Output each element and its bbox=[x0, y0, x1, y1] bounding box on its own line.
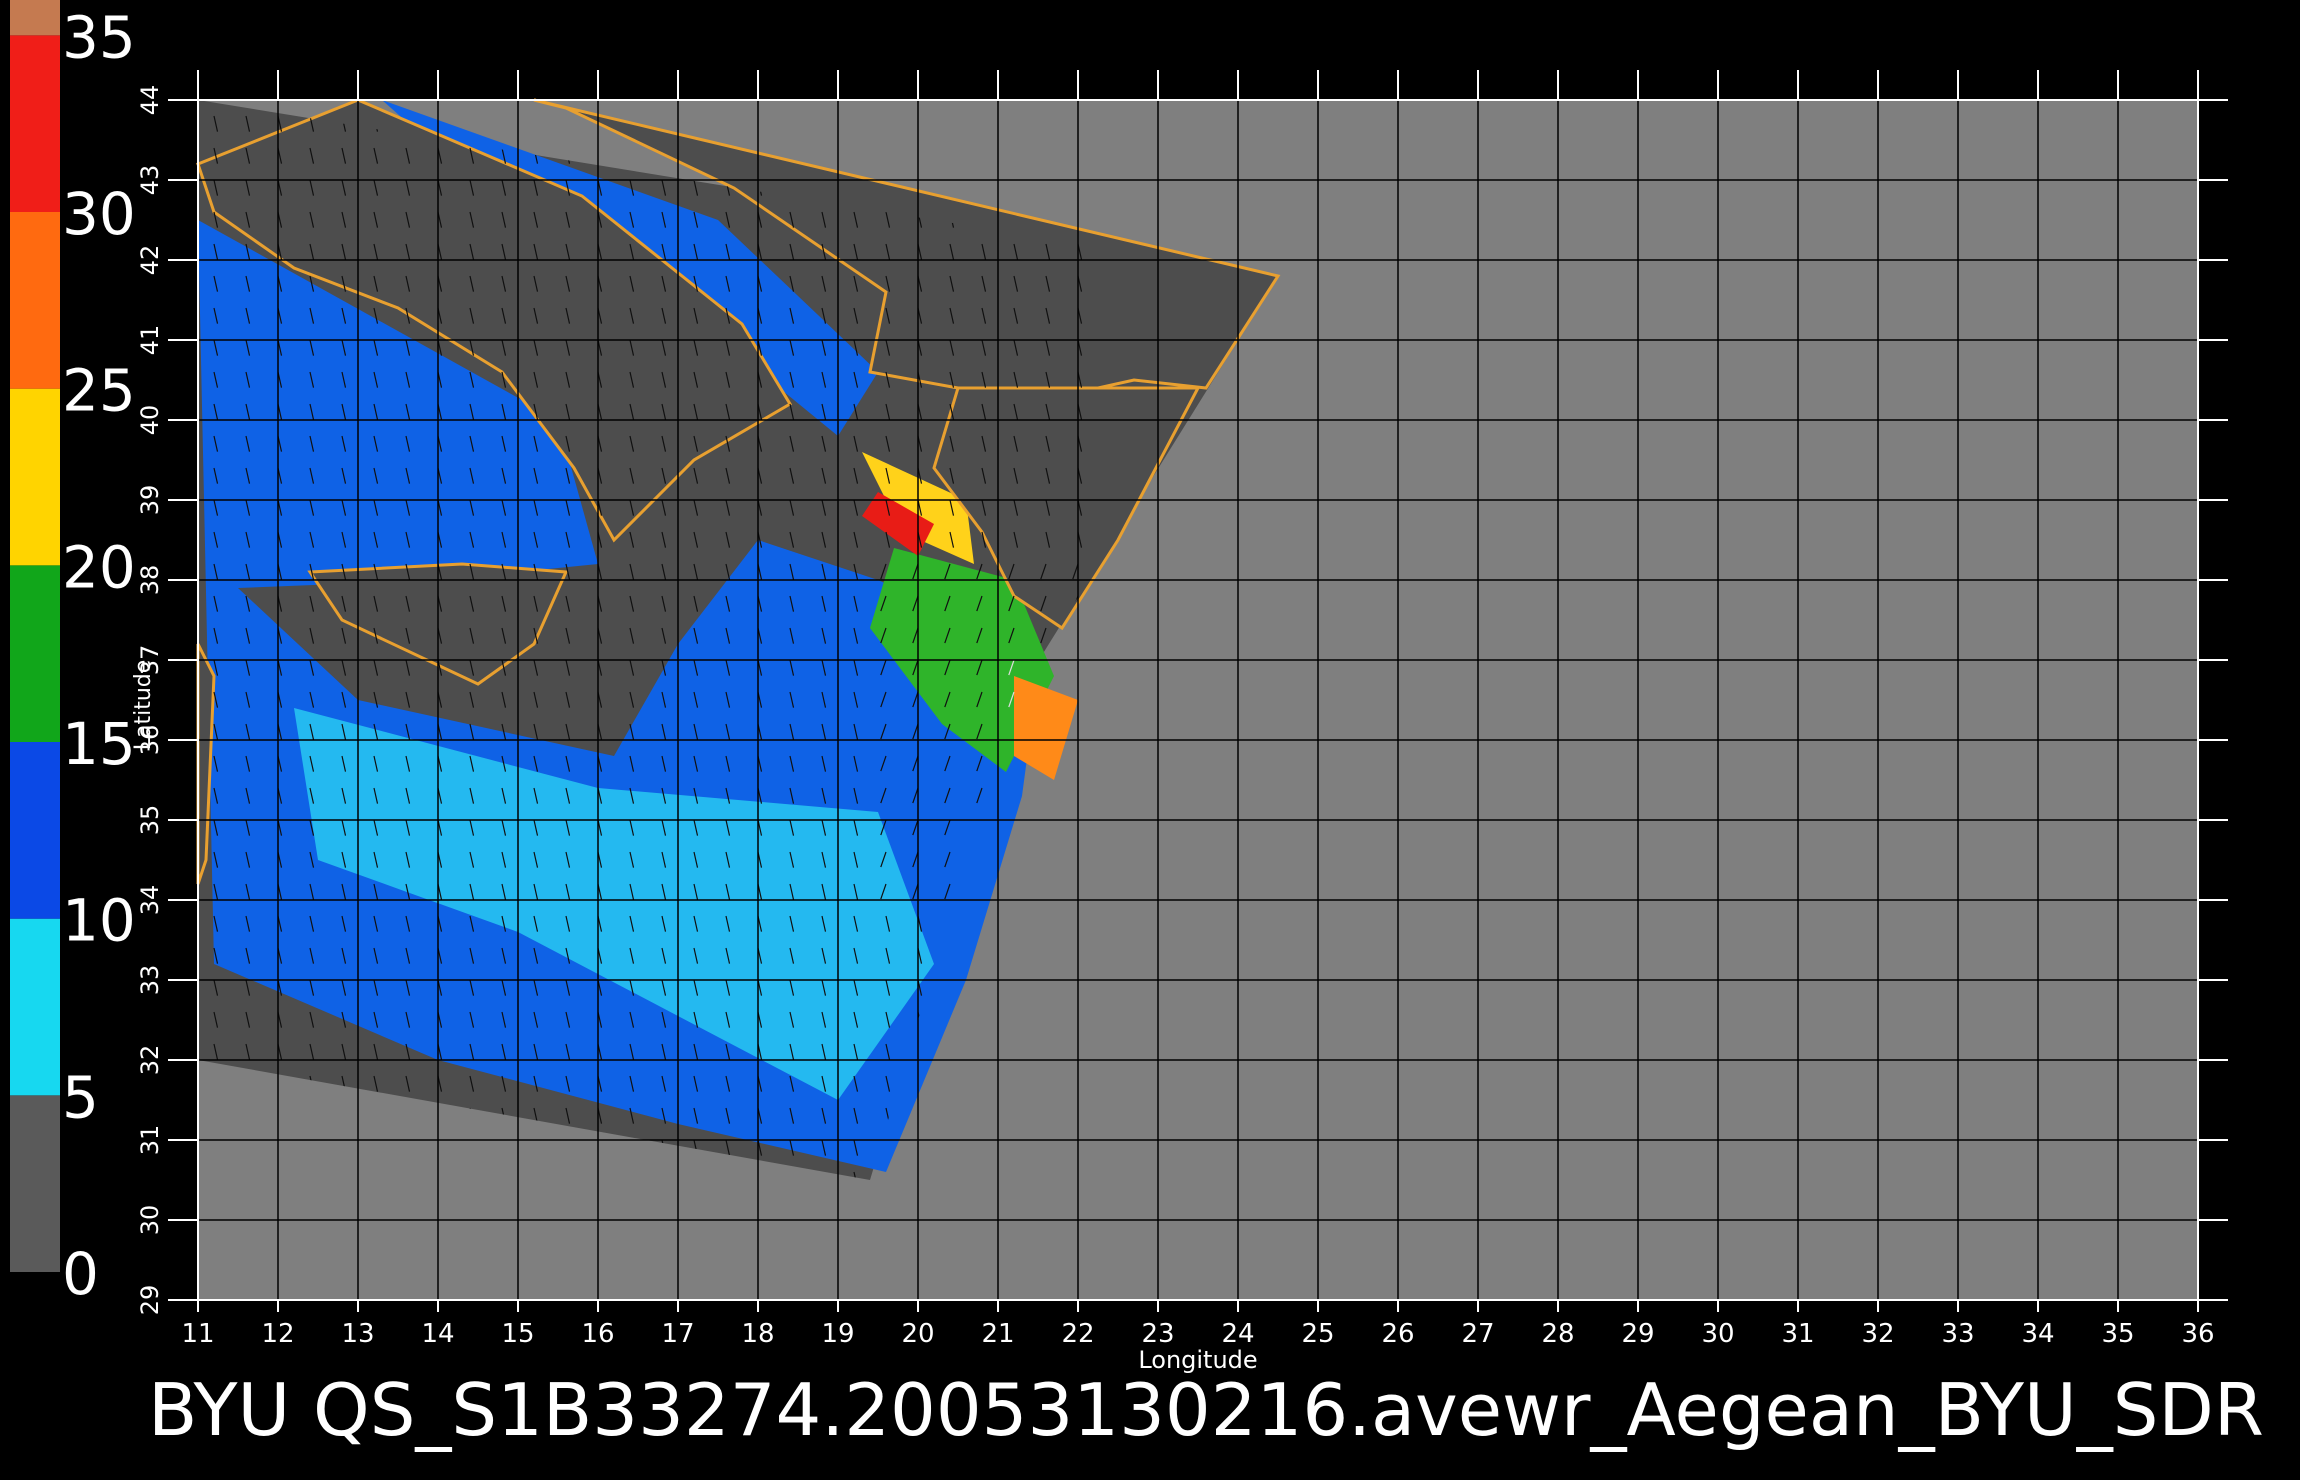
longitude-tick-labels: 11 12 13 14 15 16 17 18 19 20 21 22 23 24 25 26 27 28 29 30… bbox=[181, 1319, 2214, 1349]
colorbar-tick-label: 20 bbox=[62, 533, 136, 601]
lon-tick-label: 27 bbox=[1461, 1319, 1494, 1349]
lon-tick-label: 17 bbox=[661, 1319, 694, 1349]
colorbar-segment bbox=[10, 742, 60, 919]
wind-map-figure: 0 5 10 15 20 25 30 35 11 12 13 14 15 16 17 18 19 20 21 22 2… bbox=[10, 0, 2264, 1452]
lon-tick-label: 36 bbox=[2181, 1319, 2214, 1349]
map-panel: 11 12 13 14 15 16 17 18 19 20 21 22 23 24 25 26 27 28 29 30… bbox=[131, 70, 2228, 1374]
lon-tick-label: 11 bbox=[181, 1319, 214, 1349]
lon-tick-label: 33 bbox=[1941, 1319, 1974, 1349]
lat-tick-label: 43 bbox=[136, 165, 164, 196]
lon-tick-label: 26 bbox=[1381, 1319, 1414, 1349]
file-title: BYU QS_S1B33274.20053130216.avewr_Aegean… bbox=[148, 1368, 2264, 1452]
lat-tick-label: 41 bbox=[136, 325, 164, 356]
colorbar-segment bbox=[10, 35, 60, 213]
colorbar-tick-label: 10 bbox=[62, 887, 136, 955]
lon-tick-label: 14 bbox=[421, 1319, 454, 1349]
figure: 0 5 10 15 20 25 30 35 11 12 13 14 15 16 17 18 19 20 21 22 2… bbox=[0, 0, 2300, 1480]
colorbar-tick-label: 25 bbox=[62, 357, 136, 425]
lat-tick-label: 29 bbox=[136, 1285, 164, 1316]
colorbar: 0 5 10 15 20 25 30 35 bbox=[10, 0, 136, 1308]
lon-tick-label: 18 bbox=[741, 1319, 774, 1349]
lon-tick-label: 31 bbox=[1781, 1319, 1814, 1349]
lat-tick-label: 34 bbox=[136, 885, 164, 916]
lon-tick-label: 15 bbox=[501, 1319, 534, 1349]
lon-tick-label: 25 bbox=[1301, 1319, 1334, 1349]
lon-tick-label: 21 bbox=[981, 1319, 1014, 1349]
colorbar-segment bbox=[10, 0, 60, 36]
lat-tick-label: 31 bbox=[136, 1125, 164, 1156]
colorbar-tick-label: 35 bbox=[62, 3, 136, 71]
lon-tick-label: 30 bbox=[1701, 1319, 1734, 1349]
lat-tick-label: 33 bbox=[136, 965, 164, 996]
lon-tick-label: 35 bbox=[2101, 1319, 2134, 1349]
y-axis-label: Latitude bbox=[131, 660, 156, 751]
colorbar-tick-label: 5 bbox=[62, 1063, 99, 1131]
colorbar-tick-label: 30 bbox=[62, 180, 136, 248]
lat-tick-label: 38 bbox=[136, 565, 164, 596]
lon-tick-label: 24 bbox=[1221, 1319, 1254, 1349]
lon-tick-label: 20 bbox=[901, 1319, 934, 1349]
colorbar-segment bbox=[10, 565, 60, 742]
lat-tick-label: 32 bbox=[136, 1045, 164, 1076]
colorbar-segment bbox=[10, 388, 60, 566]
colorbar-segment bbox=[10, 212, 60, 389]
lon-tick-label: 13 bbox=[341, 1319, 374, 1349]
lon-tick-label: 22 bbox=[1061, 1319, 1094, 1349]
lon-tick-label: 32 bbox=[1861, 1319, 1894, 1349]
lat-tick-label: 30 bbox=[136, 1205, 164, 1236]
lon-tick-label: 29 bbox=[1621, 1319, 1654, 1349]
colorbar-tick-label: 15 bbox=[62, 710, 136, 778]
lat-tick-label: 39 bbox=[136, 485, 164, 516]
lon-tick-label: 12 bbox=[261, 1319, 294, 1349]
colorbar-segment bbox=[10, 1095, 60, 1272]
lat-tick-label: 35 bbox=[136, 805, 164, 836]
lat-tick-label: 42 bbox=[136, 245, 164, 276]
colorbar-tick-label: 0 bbox=[62, 1240, 99, 1308]
colorbar-segment bbox=[10, 918, 60, 1096]
lat-tick-label: 44 bbox=[136, 85, 164, 116]
lon-tick-label: 19 bbox=[821, 1319, 854, 1349]
lon-tick-label: 34 bbox=[2021, 1319, 2054, 1349]
lat-tick-label: 40 bbox=[136, 405, 164, 436]
lon-tick-label: 16 bbox=[581, 1319, 614, 1349]
lon-tick-label: 23 bbox=[1141, 1319, 1174, 1349]
lon-tick-label: 28 bbox=[1541, 1319, 1574, 1349]
